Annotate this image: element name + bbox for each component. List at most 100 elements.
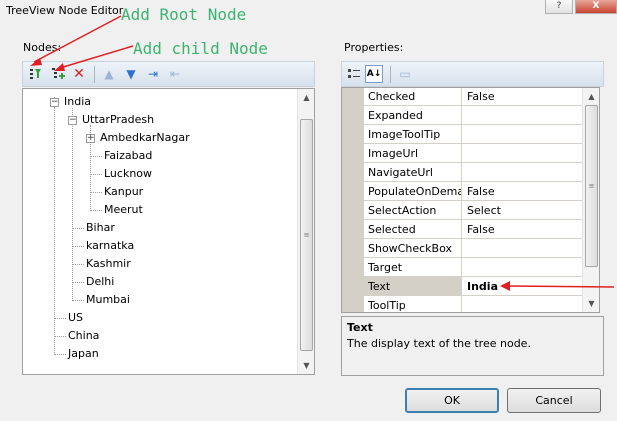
property-row[interactable]: PopulateOnDema False	[364, 182, 583, 201]
tree-node-lucknow[interactable]: Lucknow	[104, 167, 152, 180]
add-root-icon[interactable]	[27, 65, 45, 83]
property-name: Expanded	[364, 106, 462, 124]
property-description: Text The display text of the tree node.	[341, 316, 604, 376]
property-grid[interactable]: Checked False Expanded ImageToolTip ImageUrl…	[341, 87, 600, 313]
tree-node-bihar[interactable]: Bihar	[86, 221, 115, 234]
toolbar-separator	[94, 66, 95, 83]
tree-node-us[interactable]: US	[68, 311, 83, 324]
scroll-thumb[interactable]: ≡	[300, 119, 313, 351]
scroll-up-arrow-icon[interactable]: ▲	[583, 88, 599, 105]
tree-node-mumbai[interactable]: Mumbai	[86, 293, 130, 306]
property-name: ImageUrl	[364, 144, 462, 162]
property-value[interactable]	[463, 258, 583, 276]
add-child-icon[interactable]	[49, 65, 67, 83]
tree-line	[72, 246, 84, 247]
property-name: SelectAction	[364, 201, 462, 219]
close-button[interactable]: X	[575, 0, 617, 14]
tree-line	[90, 192, 102, 193]
tree-line	[72, 282, 84, 283]
property-name: ImageToolTip	[364, 125, 462, 143]
tree-line	[72, 228, 84, 229]
tree-node-japan[interactable]: Japan	[68, 347, 99, 360]
move-down-icon[interactable]: ▼	[122, 65, 140, 83]
tree-line	[72, 107, 73, 301]
property-value[interactable]	[463, 144, 583, 162]
unindent-icon[interactable]: ⇤	[166, 65, 184, 83]
scroll-down-arrow-icon[interactable]: ▼	[583, 295, 599, 312]
properties-label: Properties:	[344, 41, 404, 54]
alphabetical-icon[interactable]: A↓	[365, 65, 383, 83]
title-bar: TreeView Node Editor ? X	[0, 0, 617, 26]
tree-node-meerut[interactable]: Meerut	[104, 203, 143, 216]
nodes-tree[interactable]: − − + India UttarPradesh AmbedkarNagar F…	[22, 88, 315, 375]
collapse-uttarpradesh-toggle[interactable]: −	[68, 116, 77, 125]
property-value[interactable]	[463, 163, 583, 181]
categorized-icon[interactable]	[345, 65, 363, 83]
tree-node-kanpur[interactable]: Kanpur	[104, 185, 143, 198]
property-name: NavigateUrl	[364, 163, 462, 181]
property-name: Checked	[364, 88, 462, 105]
property-value[interactable]: False	[463, 220, 583, 238]
property-value[interactable]	[463, 296, 583, 312]
tree-line	[90, 174, 102, 175]
property-name: PopulateOnDema	[364, 182, 462, 200]
property-row[interactable]: ToolTip	[364, 296, 583, 312]
property-name: Text	[364, 277, 462, 295]
property-value[interactable]: India	[463, 277, 583, 295]
property-value[interactable]	[463, 106, 583, 124]
property-value[interactable]	[463, 125, 583, 143]
property-row[interactable]: Target	[364, 258, 583, 277]
tree-scrollbar[interactable]: ▲ ≡ ▼	[297, 89, 314, 374]
grip-icon: ≡	[303, 231, 310, 239]
property-row[interactable]: SelectAction Select	[364, 201, 583, 220]
tree-node-faizabad[interactable]: Faizabad	[104, 149, 152, 162]
toolbar-separator	[390, 66, 391, 83]
window-title: TreeView Node Editor	[6, 4, 124, 17]
scroll-thumb[interactable]: ≡	[585, 105, 598, 267]
expand-ambedkarnagar-toggle[interactable]: +	[86, 134, 95, 143]
grid-margin	[342, 88, 364, 312]
tree-node-delhi[interactable]: Delhi	[86, 275, 114, 288]
nodes-label: Nodes:	[23, 41, 62, 54]
property-row[interactable]: Expanded	[364, 106, 583, 125]
tree-node-kashmir[interactable]: Kashmir	[86, 257, 131, 270]
scroll-up-arrow-icon[interactable]: ▲	[298, 89, 315, 106]
property-value[interactable]	[463, 239, 583, 257]
ok-button[interactable]: OK	[405, 388, 499, 413]
cancel-button[interactable]: Cancel	[507, 388, 601, 413]
help-button[interactable]: ?	[545, 0, 573, 14]
property-row[interactable]: ImageToolTip	[364, 125, 583, 144]
property-pages-icon[interactable]: ▭	[396, 65, 414, 83]
tree-line	[90, 156, 102, 157]
grid-scrollbar[interactable]: ▲ ≡ ▼	[582, 88, 599, 312]
property-row[interactable]: Selected False	[364, 220, 583, 239]
nodes-toolbar: ✕ ▲ ▼ ⇥ ⇤	[22, 61, 315, 87]
delete-icon[interactable]: ✕	[70, 65, 88, 83]
scroll-down-arrow-icon[interactable]: ▼	[298, 357, 315, 374]
tree-line	[54, 318, 66, 319]
property-name: ShowCheckBox	[364, 239, 462, 257]
move-up-icon[interactable]: ▲	[100, 65, 118, 83]
property-name: Target	[364, 258, 462, 276]
tree-line	[72, 264, 84, 265]
annotation-add-root: Add Root Node	[121, 5, 247, 24]
property-value[interactable]: Select	[463, 201, 583, 219]
property-row[interactable]: ShowCheckBox	[364, 239, 583, 258]
tree-node-ambedkarnagar[interactable]: AmbedkarNagar	[100, 131, 190, 144]
tree-line	[90, 210, 102, 211]
property-row[interactable]: NavigateUrl	[364, 163, 583, 182]
property-row[interactable]: Text India	[364, 277, 583, 296]
tree-node-karnatka[interactable]: karnatka	[86, 239, 134, 252]
property-row[interactable]: ImageUrl	[364, 144, 583, 163]
properties-toolbar: A↓ ▭	[341, 61, 604, 87]
property-value[interactable]: False	[463, 182, 583, 200]
tree-node-uttarpradesh[interactable]: UttarPradesh	[82, 113, 154, 126]
property-row[interactable]: Checked False	[364, 88, 583, 106]
property-name: ToolTip	[364, 296, 462, 312]
tree-node-india[interactable]: India	[64, 95, 91, 108]
property-value[interactable]: False	[463, 88, 583, 105]
tree-node-china[interactable]: China	[68, 329, 99, 342]
collapse-india-toggle[interactable]: −	[50, 98, 59, 107]
description-title: Text	[347, 321, 373, 334]
indent-icon[interactable]: ⇥	[144, 65, 162, 83]
